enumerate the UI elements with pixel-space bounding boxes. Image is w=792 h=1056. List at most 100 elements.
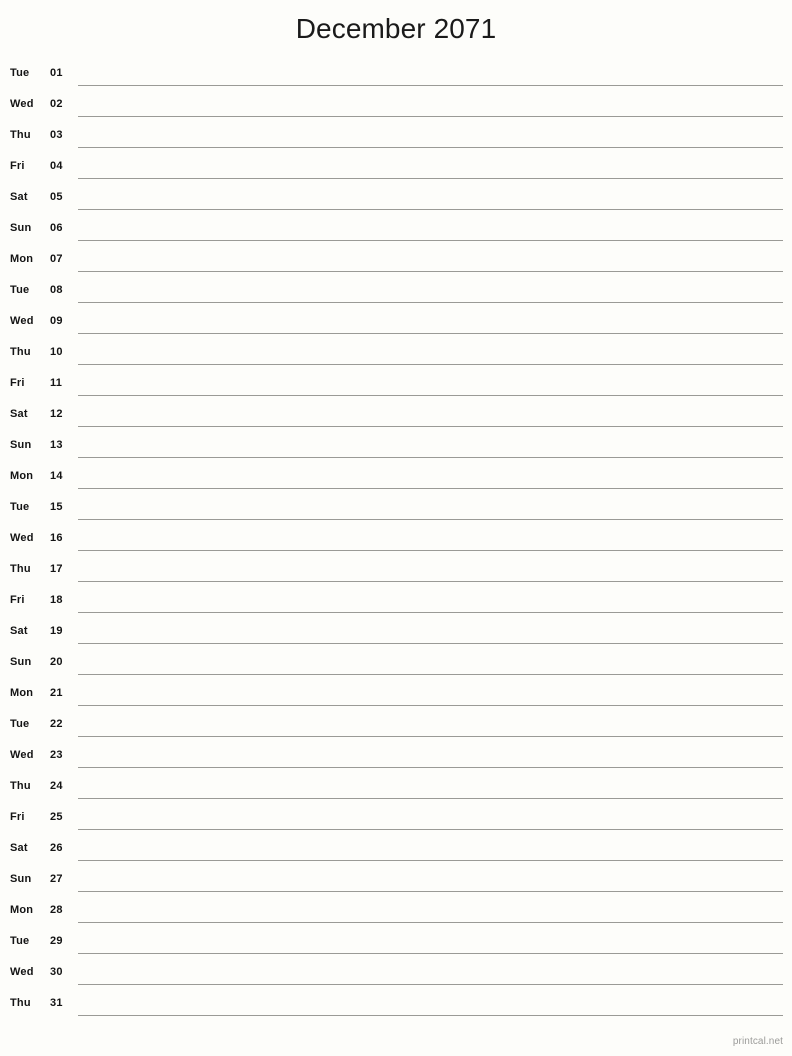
- day-weekday-label: Mon: [10, 904, 34, 916]
- day-writing-line[interactable]: [78, 705, 783, 706]
- day-row[interactable]: Tue 08: [0, 277, 792, 308]
- day-row[interactable]: Thu 10: [0, 339, 792, 370]
- day-number-label: 06: [50, 222, 63, 234]
- day-number-label: 30: [50, 966, 63, 978]
- day-row[interactable]: Mon 07: [0, 246, 792, 277]
- day-writing-line[interactable]: [78, 612, 783, 613]
- day-row[interactable]: Sun 20: [0, 649, 792, 680]
- day-weekday-label: Wed: [10, 532, 34, 544]
- day-number-label: 03: [50, 129, 63, 141]
- day-row[interactable]: Tue 29: [0, 928, 792, 959]
- day-row[interactable]: Wed 16: [0, 525, 792, 556]
- day-writing-line[interactable]: [78, 550, 783, 551]
- day-row[interactable]: Sun 27: [0, 866, 792, 897]
- day-writing-line[interactable]: [78, 488, 783, 489]
- day-row[interactable]: Thu 31: [0, 990, 792, 1021]
- day-number-label: 14: [50, 470, 63, 482]
- day-number-label: 22: [50, 718, 63, 730]
- day-writing-line[interactable]: [78, 984, 783, 985]
- day-weekday-label: Mon: [10, 253, 34, 265]
- day-row[interactable]: Fri 04: [0, 153, 792, 184]
- day-row[interactable]: Tue 15: [0, 494, 792, 525]
- day-weekday-label: Tue: [10, 67, 30, 79]
- day-writing-line[interactable]: [78, 116, 783, 117]
- day-number-label: 31: [50, 997, 63, 1009]
- day-number-label: 28: [50, 904, 63, 916]
- day-writing-line[interactable]: [78, 240, 783, 241]
- day-writing-line[interactable]: [78, 922, 783, 923]
- day-number-label: 20: [50, 656, 63, 668]
- day-writing-line[interactable]: [78, 953, 783, 954]
- day-number-label: 10: [50, 346, 63, 358]
- day-writing-line[interactable]: [78, 829, 783, 830]
- day-row[interactable]: Sun 06: [0, 215, 792, 246]
- day-writing-line[interactable]: [78, 178, 783, 179]
- day-number-label: 18: [50, 594, 63, 606]
- day-row[interactable]: Mon 14: [0, 463, 792, 494]
- day-row[interactable]: Thu 24: [0, 773, 792, 804]
- day-writing-line[interactable]: [78, 891, 783, 892]
- day-row[interactable]: Sat 26: [0, 835, 792, 866]
- day-row[interactable]: Fri 25: [0, 804, 792, 835]
- day-number-label: 24: [50, 780, 63, 792]
- day-row[interactable]: Fri 18: [0, 587, 792, 618]
- day-weekday-label: Fri: [10, 811, 25, 823]
- day-row[interactable]: Mon 28: [0, 897, 792, 928]
- calendar-page: December 2071 Tue 01 Wed 02 Thu 03 Fri 04 Sat 05 S…: [0, 0, 792, 1056]
- day-number-label: 27: [50, 873, 63, 885]
- day-number-label: 09: [50, 315, 63, 327]
- day-writing-line[interactable]: [78, 395, 783, 396]
- day-number-label: 17: [50, 563, 63, 575]
- day-writing-line[interactable]: [78, 767, 783, 768]
- day-row[interactable]: Sat 05: [0, 184, 792, 215]
- day-weekday-label: Sun: [10, 873, 32, 885]
- day-row[interactable]: Tue 22: [0, 711, 792, 742]
- day-row[interactable]: Wed 02: [0, 91, 792, 122]
- day-writing-line[interactable]: [78, 426, 783, 427]
- day-weekday-label: Sat: [10, 625, 28, 637]
- day-weekday-label: Thu: [10, 129, 31, 141]
- day-number-label: 13: [50, 439, 63, 451]
- day-weekday-label: Sat: [10, 191, 28, 203]
- day-weekday-label: Tue: [10, 935, 30, 947]
- day-writing-line[interactable]: [78, 209, 783, 210]
- day-row[interactable]: Sat 12: [0, 401, 792, 432]
- day-writing-line[interactable]: [78, 643, 783, 644]
- day-weekday-label: Fri: [10, 594, 25, 606]
- day-row[interactable]: Sat 19: [0, 618, 792, 649]
- day-row[interactable]: Wed 30: [0, 959, 792, 990]
- day-weekday-label: Thu: [10, 563, 31, 575]
- day-number-label: 21: [50, 687, 63, 699]
- day-number-label: 08: [50, 284, 63, 296]
- day-row[interactable]: Wed 09: [0, 308, 792, 339]
- day-weekday-label: Sun: [10, 656, 32, 668]
- day-row[interactable]: Fri 11: [0, 370, 792, 401]
- day-writing-line[interactable]: [78, 736, 783, 737]
- day-row[interactable]: Tue 01: [0, 60, 792, 91]
- day-writing-line[interactable]: [78, 271, 783, 272]
- day-number-label: 23: [50, 749, 63, 761]
- day-number-label: 07: [50, 253, 63, 265]
- day-number-label: 11: [50, 377, 63, 389]
- footer-credit: printcal.net: [732, 1036, 783, 1047]
- day-writing-line[interactable]: [78, 581, 783, 582]
- day-row[interactable]: Thu 03: [0, 122, 792, 153]
- day-row[interactable]: Thu 17: [0, 556, 792, 587]
- day-writing-line[interactable]: [78, 147, 783, 148]
- day-writing-line[interactable]: [78, 364, 783, 365]
- day-weekday-label: Tue: [10, 501, 30, 513]
- day-writing-line[interactable]: [78, 1015, 783, 1016]
- day-writing-line[interactable]: [78, 302, 783, 303]
- day-writing-line[interactable]: [78, 333, 783, 334]
- day-row[interactable]: Wed 23: [0, 742, 792, 773]
- day-writing-line[interactable]: [78, 85, 783, 86]
- day-writing-line[interactable]: [78, 860, 783, 861]
- day-number-label: 25: [50, 811, 63, 823]
- day-writing-line[interactable]: [78, 519, 783, 520]
- day-writing-line[interactable]: [78, 674, 783, 675]
- day-row[interactable]: Sun 13: [0, 432, 792, 463]
- day-writing-line[interactable]: [78, 457, 783, 458]
- day-writing-line[interactable]: [78, 798, 783, 799]
- day-number-label: 26: [50, 842, 63, 854]
- day-row[interactable]: Mon 21: [0, 680, 792, 711]
